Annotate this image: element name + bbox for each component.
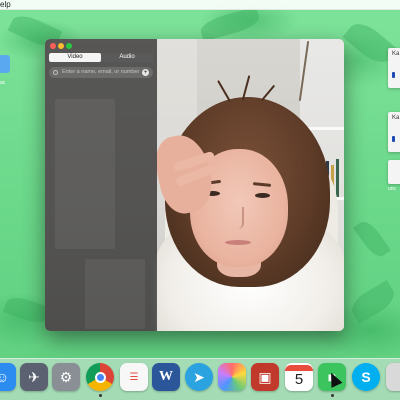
photos-icon[interactable] — [218, 363, 246, 391]
desktop-document-label: Ka — [392, 51, 400, 57]
tab-audio[interactable]: Audio — [101, 53, 153, 62]
finder-icon[interactable]: ☺ — [0, 363, 16, 391]
reminders-icon[interactable]: ☰ — [120, 363, 148, 391]
desktop-item-label: ac — [0, 80, 6, 86]
nose — [234, 207, 244, 229]
running-indicator — [331, 394, 334, 397]
desktop-document[interactable]: Ka — [388, 48, 400, 88]
mouth — [225, 240, 251, 245]
menu-help[interactable]: elp — [0, 0, 11, 10]
chrome-center — [94, 371, 106, 383]
trash-icon[interactable] — [386, 363, 400, 391]
running-indicator — [99, 394, 102, 397]
desktop-folder-icon[interactable] — [0, 55, 10, 73]
desktop-document-label: Ka — [392, 115, 400, 121]
close-button[interactable] — [50, 43, 56, 49]
calendar-icon[interactable]: 5 — [285, 363, 313, 391]
wallpaper-leaf — [198, 6, 262, 42]
wallpaper-leaf — [2, 293, 52, 327]
word-icon[interactable]: W — [152, 363, 180, 391]
wallpaper-leaf — [347, 280, 399, 324]
contacts-sidebar: Video Audio Enter a name, email, or numb… — [45, 39, 157, 331]
zoom-button[interactable] — [66, 43, 72, 49]
toolbox-icon[interactable]: ▣ — [251, 363, 279, 391]
add-contact-button[interactable]: + — [142, 69, 149, 76]
hair-strand — [217, 80, 231, 102]
book — [336, 159, 339, 197]
calendar-day: 5 — [294, 370, 304, 388]
hair-strand — [260, 84, 276, 102]
desktop-document[interactable]: Ka — [388, 112, 400, 152]
call-type-segmented-control: Video Audio — [49, 53, 153, 62]
document-mark — [392, 72, 395, 78]
search-placeholder: Enter a name, email, or number — [62, 69, 140, 75]
contact-search-input[interactable]: Enter a name, email, or number — [49, 67, 153, 78]
menu-bar: elp — [0, 0, 400, 10]
minimize-button[interactable] — [58, 43, 64, 49]
telegram-icon[interactable]: ➤ — [185, 363, 213, 391]
shelf-board — [305, 127, 344, 130]
facetime-window[interactable]: Video Audio Enter a name, email, or numb… — [45, 39, 344, 331]
desktop-item-label: unc — [388, 186, 397, 192]
blurred-background — [55, 99, 115, 249]
tab-video[interactable]: Video — [49, 53, 101, 62]
skype-icon[interactable]: S — [352, 363, 380, 391]
blurred-background — [85, 259, 145, 329]
launchpad-icon[interactable]: ✈ — [20, 363, 48, 391]
system-preferences-icon[interactable]: ⚙ — [52, 363, 80, 391]
desktop-document[interactable] — [388, 160, 400, 184]
wallpaper-leaf — [353, 217, 391, 261]
document-mark — [392, 136, 395, 142]
search-icon — [53, 70, 58, 75]
eye — [255, 193, 270, 198]
chrome-icon[interactable] — [86, 363, 114, 391]
